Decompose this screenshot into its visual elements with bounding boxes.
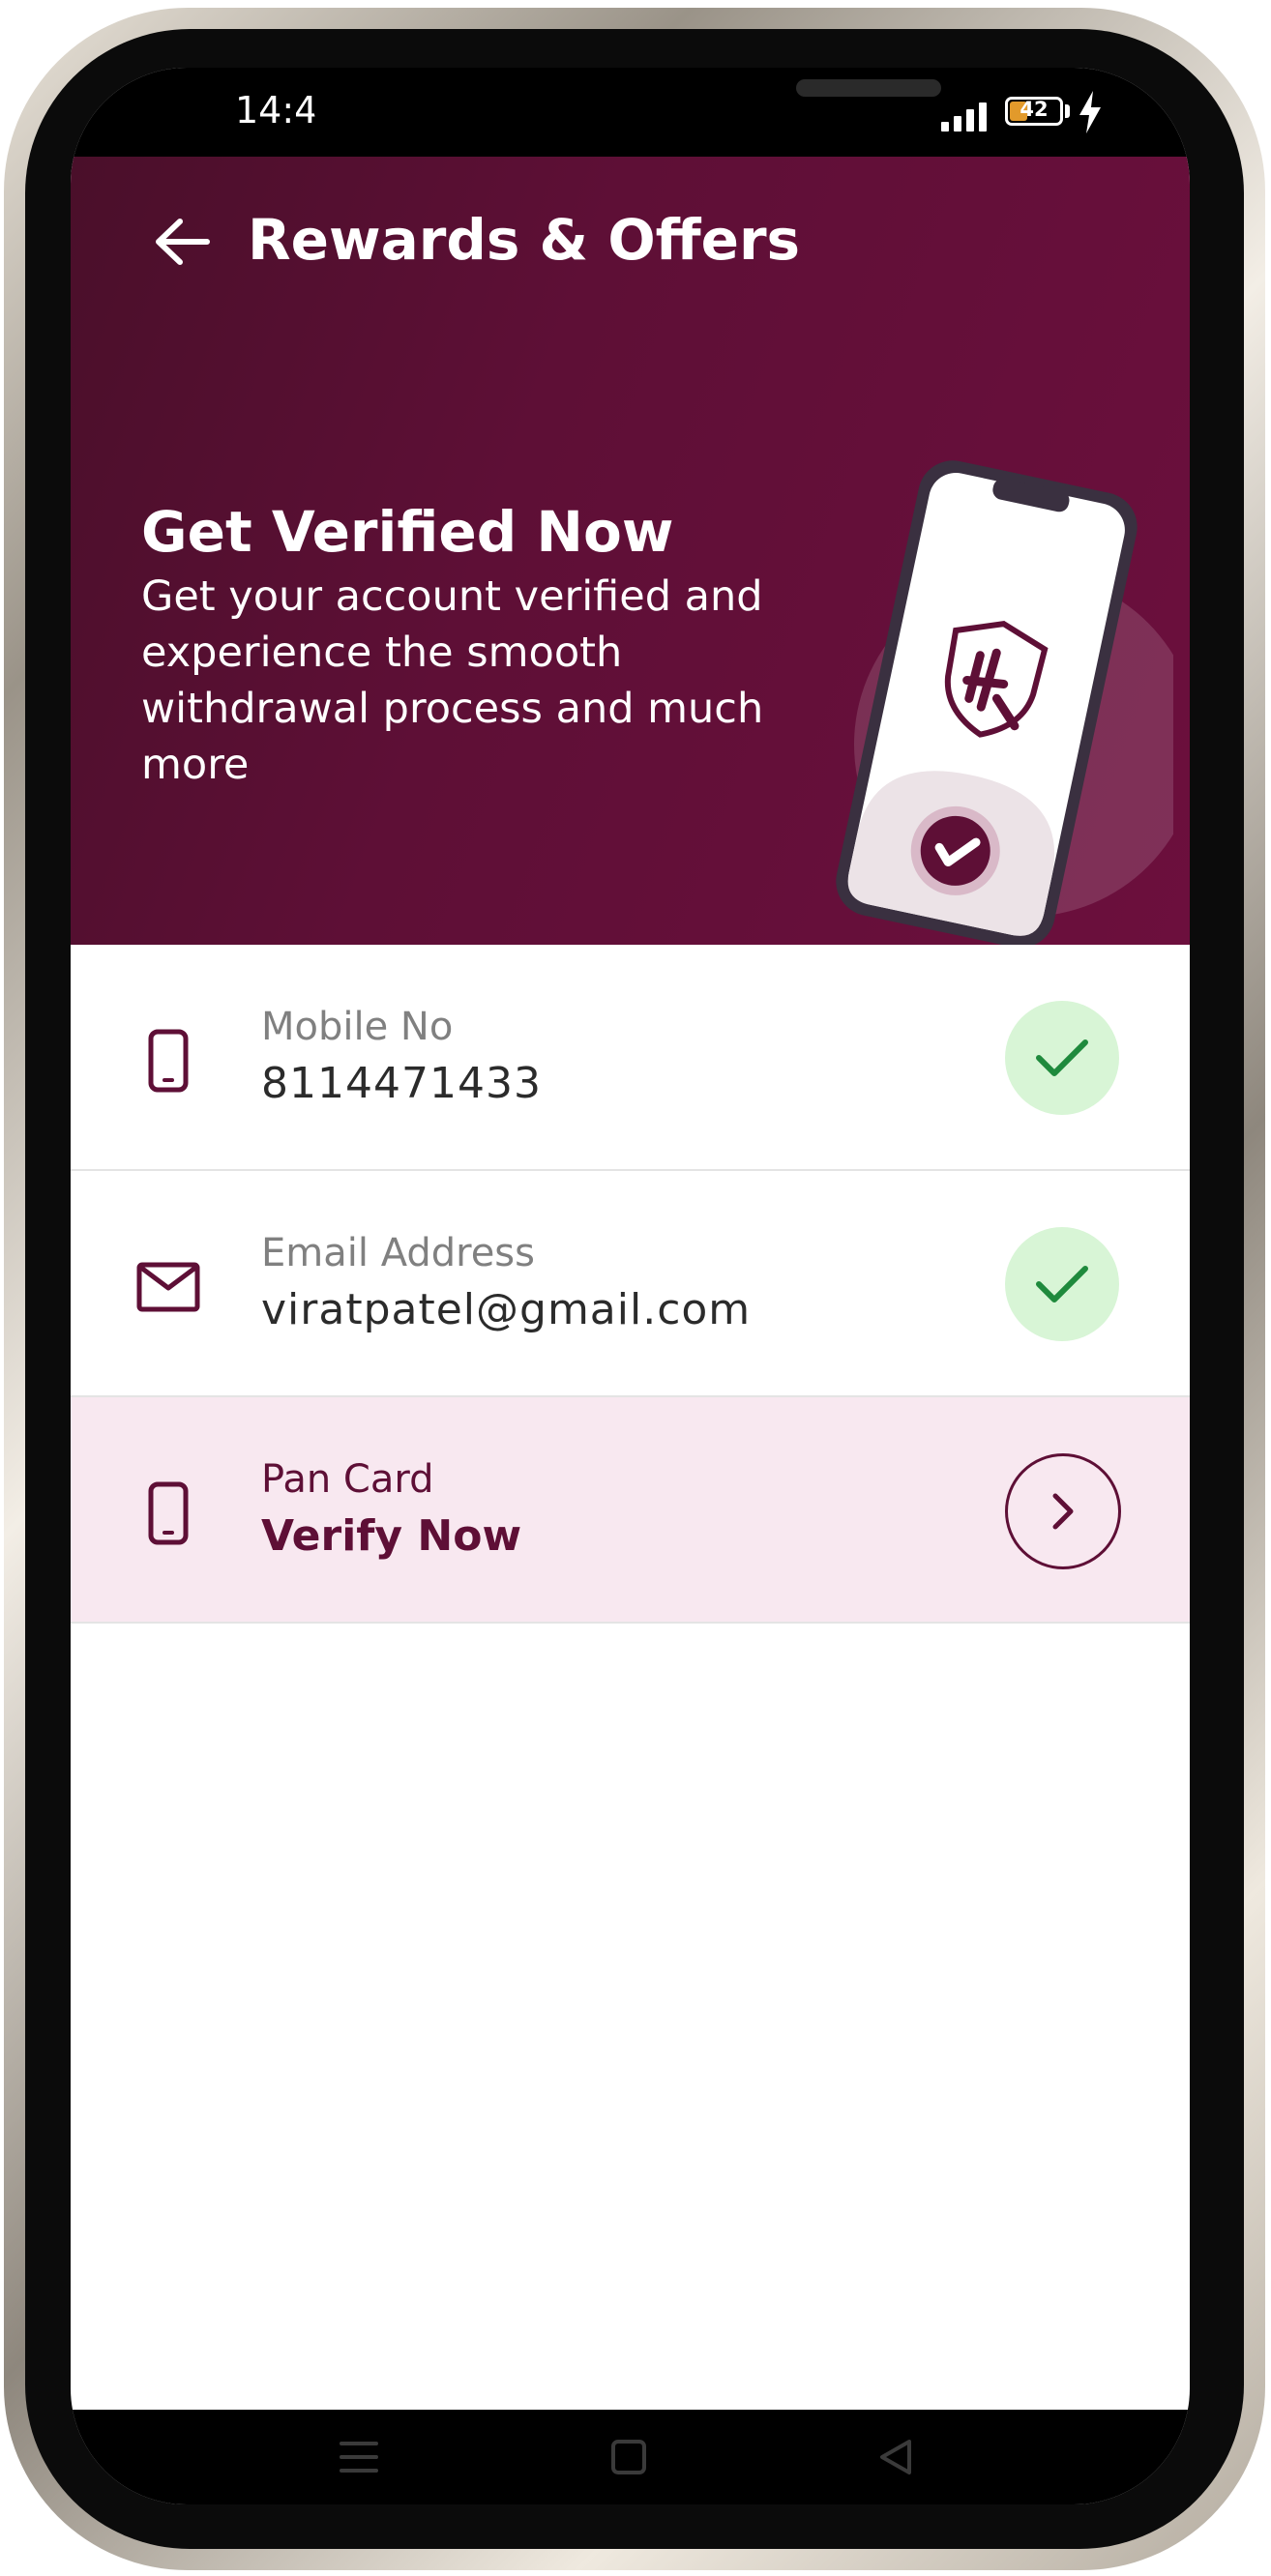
- verify-arrow-button[interactable]: [1005, 1453, 1121, 1569]
- check-icon: [1036, 1266, 1088, 1303]
- signal-icon: [941, 97, 993, 132]
- back-button[interactable]: [143, 203, 221, 280]
- status-time: 14:4: [235, 89, 318, 132]
- verified-badge: [1005, 1001, 1119, 1115]
- speaker-grille: [796, 79, 941, 97]
- back-triangle-icon: [880, 2440, 911, 2474]
- recent-apps-button[interactable]: [330, 2433, 388, 2481]
- verified-badge: [1005, 1227, 1119, 1341]
- check-icon: [1036, 1039, 1088, 1076]
- mobile-icon: [127, 1024, 210, 1098]
- mobile-label: Mobile No: [261, 1005, 454, 1049]
- system-nav-bar: [71, 2410, 1190, 2504]
- mobile-value: 8114471433: [261, 1059, 542, 1108]
- menu-icon: [340, 2442, 378, 2473]
- phone-screen: 14:4 42 Rewards & Offers Get Verified No…: [71, 68, 1190, 2504]
- pan-card-label: Pan Card: [261, 1457, 434, 1502]
- page-title: Rewards & Offers: [248, 207, 801, 273]
- verify-row-pan-card[interactable]: Pan Card Verify Now: [71, 1397, 1190, 1624]
- home-button[interactable]: [600, 2433, 658, 2481]
- email-label: Email Address: [261, 1231, 535, 1275]
- back-nav-button[interactable]: [867, 2433, 925, 2481]
- camera-notch: [312, 68, 941, 166]
- hero-description: Get your account verified and experience…: [141, 572, 764, 789]
- hero-title: Get Verified Now: [141, 499, 674, 565]
- verified-phone-illustration: [836, 460, 1173, 949]
- battery-icon: 42: [1005, 97, 1063, 126]
- chevron-right-icon: [1052, 1493, 1074, 1530]
- verify-row-mobile: Mobile No 8114471433: [71, 945, 1190, 1171]
- verify-row-email: Email Address viratpatel@gmail.com: [71, 1171, 1190, 1397]
- status-bar: 14:4 42: [71, 68, 1190, 166]
- back-arrow-icon: [156, 219, 210, 265]
- mail-icon: [127, 1250, 210, 1324]
- charging-icon: [1079, 91, 1101, 133]
- battery-tip: [1065, 104, 1070, 118]
- verify-now-link[interactable]: Verify Now: [261, 1511, 521, 1561]
- email-value: viratpatel@gmail.com: [261, 1285, 752, 1334]
- battery-percent: 42: [1020, 98, 1049, 121]
- mobile-icon: [127, 1477, 210, 1550]
- home-square-icon: [611, 2440, 646, 2474]
